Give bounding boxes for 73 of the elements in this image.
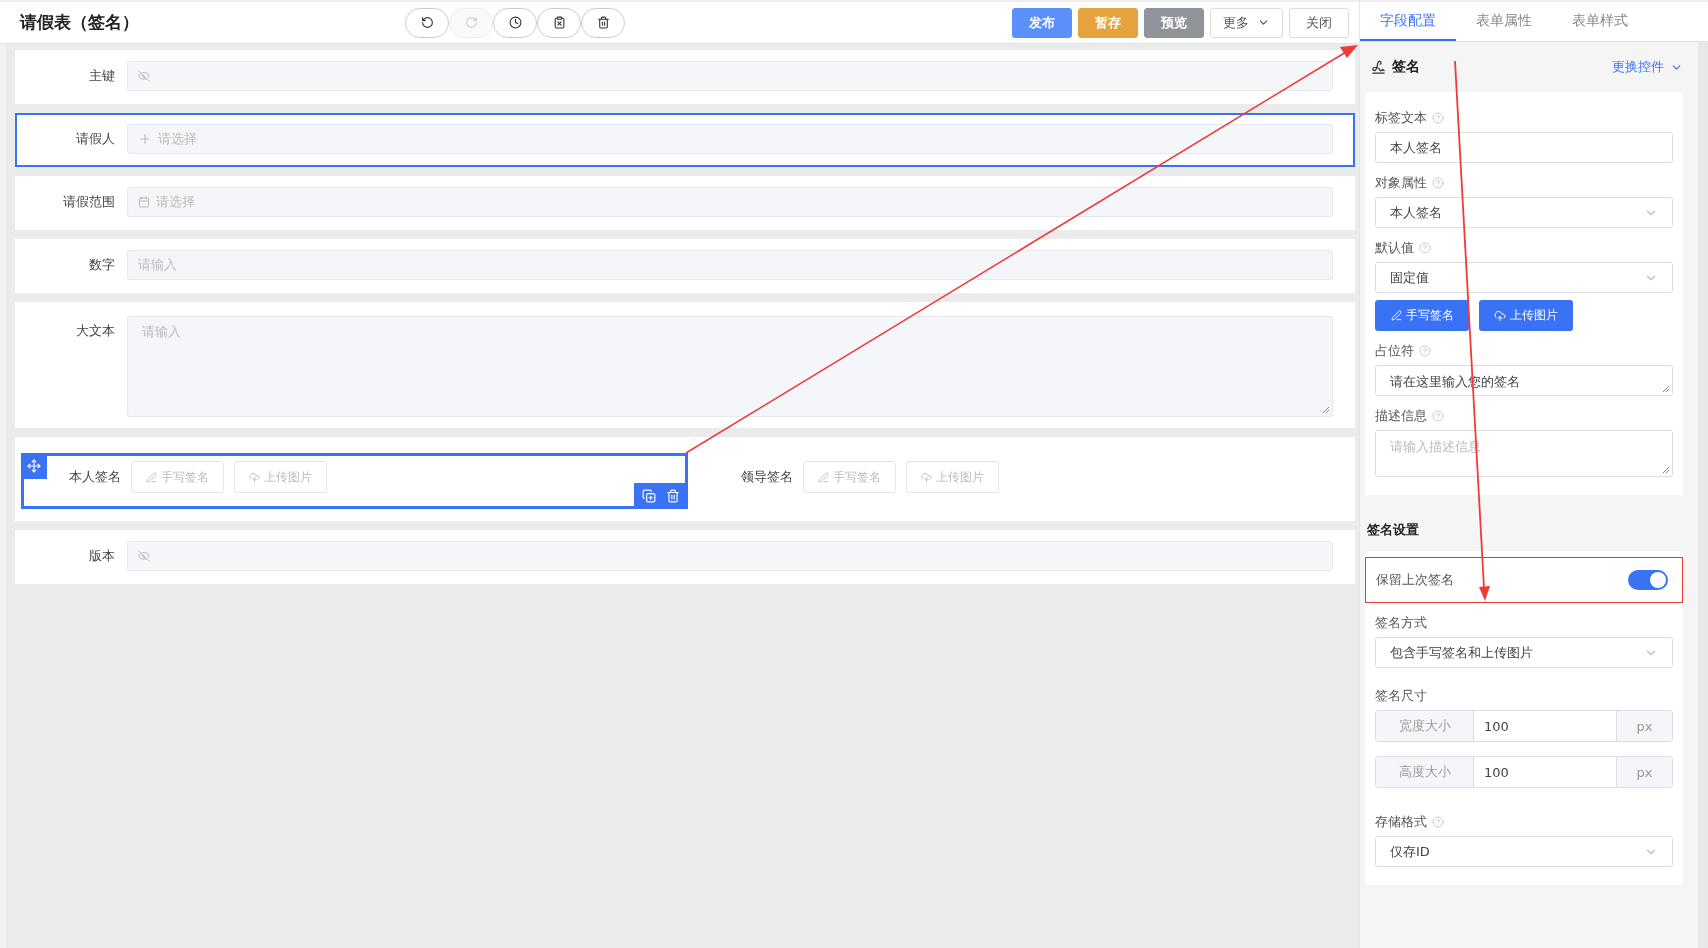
form-row[interactable]: 请假范围 请选择 (15, 176, 1355, 230)
field-label: 请假范围 (62, 193, 116, 211)
field-label: 占位符 (1375, 331, 1673, 365)
help-icon (1432, 410, 1444, 422)
field-label: 对象属性 (1375, 163, 1673, 197)
eye-off-icon (138, 550, 150, 562)
field-label: 签名方式 (1375, 614, 1428, 632)
cloud-upload-icon (249, 471, 260, 483)
eye-off-icon (138, 70, 150, 82)
help-icon (1432, 816, 1444, 828)
field-label: 默认值 (1375, 228, 1673, 262)
page-title: 请假表（签名） (20, 11, 140, 34)
select-field[interactable]: 包含手写签名和上传图片 (1375, 637, 1673, 668)
select-field[interactable]: 本人签名 (1375, 197, 1673, 228)
field-label: 数字 (88, 256, 116, 274)
size-input[interactable]: 高度大小 100 px (1375, 756, 1673, 788)
plus-icon (138, 132, 152, 146)
cloud-upload-icon (1494, 309, 1506, 322)
pen-icon (1390, 310, 1402, 321)
redo-icon (464, 16, 478, 29)
handwrite-button[interactable]: 手写签名 (1375, 300, 1469, 331)
action-button[interactable]: 更多 (1210, 7, 1283, 38)
resize-grip-icon (1322, 406, 1330, 414)
field-label: 签名尺寸 (1375, 687, 1428, 705)
clear-button[interactable] (537, 7, 581, 38)
input-field[interactable]: 本人签名 (1375, 132, 1673, 163)
field-label: 标签文本 (1375, 98, 1673, 132)
tab[interactable]: 表单属性 (1456, 2, 1552, 41)
history-button[interactable] (493, 7, 537, 38)
field-label: 描述信息 (1375, 396, 1673, 430)
section-title: 签名设置 (1366, 521, 1420, 539)
move-icon[interactable] (21, 453, 47, 479)
delete-button[interactable] (581, 7, 625, 38)
signature-icon (1371, 59, 1386, 75)
input-field[interactable] (127, 61, 1333, 91)
change-control-link[interactable]: 更换控件 (1612, 58, 1683, 76)
clock-icon (508, 16, 522, 29)
switch-label: 保留上次签名 (1376, 571, 1454, 589)
panel-title: 签名 (1392, 58, 1420, 76)
help-icon (1432, 112, 1444, 124)
upload-button[interactable]: 上传图片 (1479, 300, 1573, 331)
size-input[interactable]: 宽度大小 100 px (1375, 710, 1673, 742)
form-row[interactable]: 主键 (15, 50, 1355, 104)
cloud-upload-icon (921, 471, 932, 483)
field-label: 版本 (88, 547, 116, 565)
field-label: 大文本 (75, 322, 116, 340)
copy-icon[interactable] (642, 489, 656, 503)
resize-grip-icon (1662, 466, 1670, 474)
calendar-icon (138, 196, 150, 208)
undo-icon (420, 16, 434, 29)
form-row[interactable]: 版本 (15, 530, 1355, 584)
pen-icon (146, 471, 157, 483)
field-label: 本人签名 (69, 468, 121, 486)
help-icon (1419, 242, 1431, 254)
select-field[interactable]: 仅存ID (1375, 836, 1673, 867)
resize-grip-icon (1662, 385, 1670, 393)
field-label: 请假人 (75, 130, 116, 148)
clipboard-x-icon (552, 16, 566, 29)
input-field[interactable] (127, 541, 1333, 571)
form-row[interactable]: 请假人 请选择 (15, 113, 1355, 167)
undo-button[interactable] (405, 7, 449, 38)
action-button[interactable]: 关闭 (1289, 7, 1349, 38)
trash-icon[interactable] (666, 489, 680, 503)
field-label: 主键 (88, 67, 116, 85)
help-icon (1419, 345, 1431, 357)
toggle-switch[interactable] (1628, 570, 1668, 590)
field-label: 存储格式 (1375, 802, 1673, 836)
select-field[interactable]: 固定值 (1375, 262, 1673, 293)
trash-icon (596, 16, 610, 29)
pen-icon (818, 471, 829, 483)
help-icon (1432, 177, 1444, 189)
tab[interactable]: 表单样式 (1552, 2, 1648, 41)
field-label: 领导签名 (741, 468, 793, 486)
